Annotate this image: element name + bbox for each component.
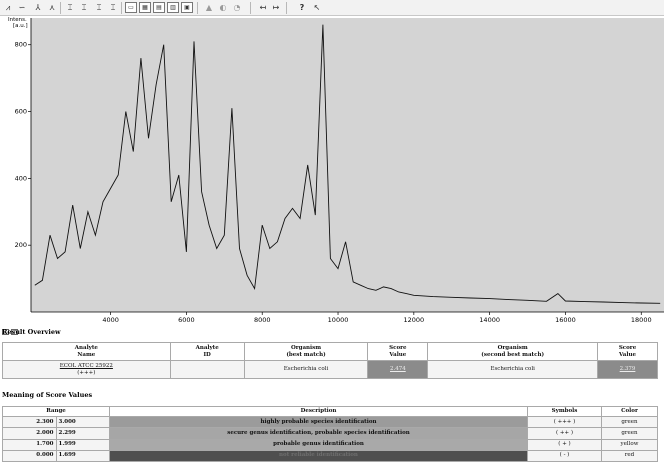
plot-background bbox=[31, 18, 664, 312]
score-value-link[interactable]: 2.474 bbox=[367, 360, 429, 379]
color-cell: green bbox=[601, 415, 658, 429]
x-tick-label: 10000 bbox=[328, 316, 349, 324]
table-header-row: Analyte Name Analyte ID Organism (best matc… bbox=[2, 342, 658, 361]
layout-split-icon[interactable]: ▣ bbox=[181, 2, 193, 13]
x-tick-label: 14000 bbox=[479, 316, 500, 324]
peak-edit-icon[interactable]: ⌶ bbox=[107, 2, 119, 13]
symbol-cell: ( + ) bbox=[527, 438, 602, 451]
x-tick-label: 16000 bbox=[555, 316, 576, 324]
symbol-cell: ( - ) bbox=[527, 449, 602, 463]
symbol-cell: ( +++ ) bbox=[527, 415, 602, 429]
analyte-id-cell bbox=[169, 360, 245, 379]
result-overview-table: Analyte Name Analyte ID Organism (best matc… bbox=[2, 342, 658, 379]
header-score-value-2: Score Value bbox=[597, 342, 658, 361]
header-organism-second: Organism (second best match) bbox=[427, 342, 599, 361]
organism-best-cell: Escherichia coli bbox=[243, 360, 369, 379]
layout-grid-icon[interactable]: ▦ bbox=[139, 2, 151, 13]
result-overview-heading: Result Overview bbox=[2, 328, 61, 336]
layout-single-icon[interactable]: ▭ bbox=[125, 2, 137, 13]
header-color: Color bbox=[601, 406, 658, 417]
score-meaning-table: Range Description Symbols Color 2.300 3.… bbox=[2, 406, 658, 463]
pointer-help-icon[interactable]: ↖ bbox=[311, 2, 323, 13]
peak-pick-icon[interactable]: ⋏ bbox=[46, 2, 58, 13]
header-analyte-name: Analyte Name bbox=[2, 342, 171, 361]
score-meaning-heading: Meaning of Score Values bbox=[2, 391, 93, 399]
x-tick-label: 12000 bbox=[403, 316, 424, 324]
color-fill-icon[interactable]: ◐ bbox=[217, 2, 229, 13]
x-tick-label: 4000 bbox=[102, 316, 119, 324]
color-cell: red bbox=[601, 449, 658, 463]
range-to: 2.299 bbox=[55, 427, 110, 440]
color-cell: yellow bbox=[601, 438, 658, 451]
header-description: Description bbox=[109, 406, 528, 417]
peak-marker-icon[interactable]: ▲ bbox=[203, 2, 215, 13]
table-row: 0.000 1.699 not reliable identification … bbox=[2, 449, 658, 463]
table-row: 2.300 3.000 highly probable species iden… bbox=[2, 415, 658, 429]
x-tick-label: 6000 bbox=[178, 316, 195, 324]
peak-list-remove-icon[interactable]: ⌶ bbox=[78, 2, 90, 13]
header-analyte-id: Analyte ID bbox=[169, 342, 245, 361]
analyte-name-link[interactable]: ECOL ATCC 25922 bbox=[60, 363, 113, 369]
table-row: ECOL ATCC 25922 (+++) Escherichia coli 2… bbox=[2, 360, 658, 379]
header-organism-best: Organism (best match) bbox=[243, 342, 369, 361]
toolbar-separator bbox=[250, 2, 251, 14]
header-score-value-1: Score Value bbox=[367, 342, 429, 361]
table-row: 2.000 2.299 secure genus identification,… bbox=[2, 427, 658, 440]
zoom-in-x-icon[interactable]: ↦ bbox=[270, 2, 282, 13]
table-row: 1.700 1.999 probable genus identificatio… bbox=[2, 438, 658, 451]
toolbar-separator bbox=[121, 2, 122, 14]
peak-list-add-icon[interactable]: ⌶ bbox=[64, 2, 76, 13]
layout-stack-icon[interactable]: ▤ bbox=[153, 2, 165, 13]
smooth-spectrum-icon[interactable]: ∽ bbox=[16, 2, 28, 13]
color-cell: green bbox=[601, 427, 658, 440]
zoom-spectrum-icon[interactable]: ⩘ bbox=[2, 2, 14, 13]
description-cell: secure genus identification, probable sp… bbox=[109, 427, 528, 440]
description-cell: not reliable identification bbox=[109, 449, 528, 463]
range-from: 2.300 bbox=[2, 415, 57, 429]
table-header-row: Range Description Symbols Color bbox=[2, 406, 658, 417]
range-to: 3.000 bbox=[55, 415, 110, 429]
zoom-out-x-icon[interactable]: ↤ bbox=[257, 2, 269, 13]
x-tick-label: 18000 bbox=[631, 316, 652, 324]
layout-overlay-icon[interactable]: ▥ bbox=[167, 2, 179, 13]
y-tick-label: 800 bbox=[15, 41, 27, 49]
y-tick-label: 400 bbox=[15, 174, 27, 182]
symbol-cell: ( ++ ) bbox=[527, 427, 602, 440]
description-cell: highly probable species identification bbox=[109, 415, 528, 429]
baseline-icon[interactable]: ⅄ bbox=[32, 2, 44, 13]
y-tick-label: 200 bbox=[15, 241, 27, 249]
header-symbols: Symbols bbox=[527, 406, 602, 417]
y-axis-unit: [a.u.] bbox=[13, 23, 28, 29]
range-to: 1.699 bbox=[55, 449, 110, 463]
mass-spectrum-chart: 4000 6000 8000 10000 12000 14000 16000 18000 200… bbox=[0, 16, 664, 335]
x-tick-label: 8000 bbox=[254, 316, 271, 324]
analyte-name-cell: ECOL ATCC 25922 (+++) bbox=[2, 360, 171, 379]
score-value-link[interactable]: 2.379 bbox=[597, 360, 658, 379]
range-from: 1.700 bbox=[2, 438, 57, 451]
spectrum-toolbar: ⩘ ∽ ⅄ ⋏ ⌶ ⌶ ⌶ ⌶ ▭ ▦ ▤ ▥ ▣ ▲ ◐ ◔ ↤ ↦ ? ↖ bbox=[0, 0, 664, 16]
y-tick-label: 600 bbox=[15, 108, 27, 116]
description-cell: probable genus identification bbox=[109, 438, 528, 451]
spectrum-svg: 4000 6000 8000 10000 12000 14000 16000 18000 200… bbox=[8, 17, 664, 324]
help-icon[interactable]: ? bbox=[296, 2, 308, 13]
header-range: Range bbox=[2, 406, 110, 417]
peak-label-icon[interactable]: ⌶ bbox=[93, 2, 105, 13]
toolbar-separator bbox=[286, 2, 287, 14]
range-from: 2.000 bbox=[2, 427, 57, 440]
analyte-symbol: (+++) bbox=[77, 369, 96, 376]
toolbar-separator bbox=[60, 2, 61, 14]
range-to: 1.999 bbox=[55, 438, 110, 451]
organism-second-cell: Escherichia coli bbox=[427, 360, 599, 379]
range-from: 0.000 bbox=[2, 449, 57, 463]
annotation-icon[interactable]: ◔ bbox=[231, 2, 243, 13]
toolbar-separator bbox=[197, 2, 198, 14]
